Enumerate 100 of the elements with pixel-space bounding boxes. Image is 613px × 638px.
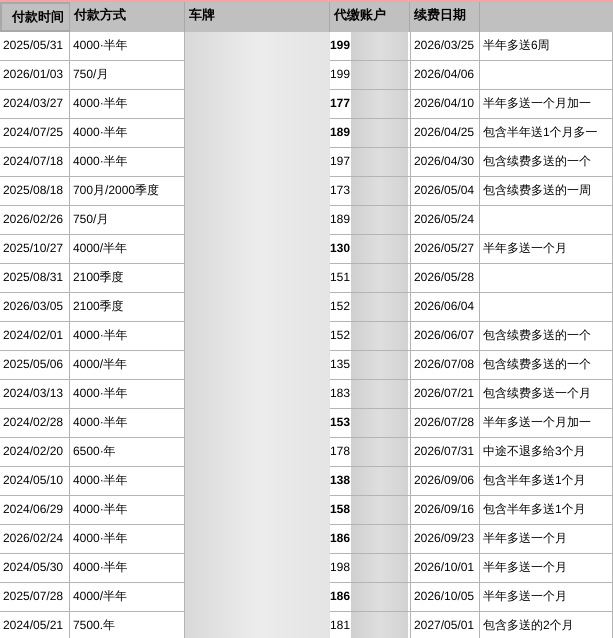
table-cell: 半年多送一个月加一 xyxy=(480,90,613,119)
table-cell: 2024/02/20 xyxy=(0,438,70,467)
table-cell-text: 199 xyxy=(330,37,351,54)
blurred-region xyxy=(351,583,408,611)
table-cell: 2026/04/30 xyxy=(410,148,480,177)
table-cell: 包含多送的2个月 xyxy=(480,612,613,638)
table-cell: 4000/半年 xyxy=(70,235,185,264)
table-cell: 半年多送一个月 xyxy=(480,235,613,264)
table-cell: 半年多送一个月 xyxy=(480,554,613,583)
table-cell: 4000·半年 xyxy=(70,554,185,583)
blurred-region xyxy=(351,351,408,379)
table-cell: 700月/2000季度 xyxy=(70,177,185,206)
table-cell: 2026/06/04 xyxy=(410,293,480,322)
blurred-region xyxy=(351,438,408,466)
table-cell: 2025/05/31 xyxy=(0,32,70,61)
table-cell: 2025/05/06 xyxy=(0,351,70,380)
blurred-region xyxy=(351,322,408,350)
table-cell: 2024/07/25 xyxy=(0,119,70,148)
table-cell: 750/月 xyxy=(70,206,185,235)
table-cell: 2100季度 xyxy=(70,293,185,322)
table-cell: 2026/02/26 xyxy=(0,206,70,235)
table-cell-text: 151 xyxy=(330,269,351,286)
table-cell: 2026/05/04 xyxy=(410,177,480,206)
table-cell-text: 198 xyxy=(330,559,351,576)
table-cell-text: 152 xyxy=(330,298,351,315)
table-cell-text: 135 xyxy=(330,356,351,373)
table-cell: 4000·半年 xyxy=(70,380,185,409)
table-cell-text: 186 xyxy=(330,588,351,605)
table-cell: 2024/05/21 xyxy=(0,612,70,638)
table-cell: 2027/05/01 xyxy=(410,612,480,638)
blurred-region xyxy=(351,148,408,176)
table-cell: 包含续费多送一个月 xyxy=(480,380,613,409)
blurred-region xyxy=(351,264,408,292)
blurred-region xyxy=(351,525,408,553)
blurred-region xyxy=(351,235,408,263)
table-cell: 半年多送一个月加一 xyxy=(480,409,613,438)
column-header[interactable]: 付款时间 xyxy=(0,2,70,32)
blurred-region xyxy=(351,119,408,147)
table-cell: 2100季度 xyxy=(70,264,185,293)
table-cell-text: 153 xyxy=(330,414,351,431)
table-cell: 4000·半年 xyxy=(70,119,185,148)
table-cell: 2026/04/06 xyxy=(410,61,480,90)
table-cell: 4000·半年 xyxy=(70,467,185,496)
table-cell: 中途不退多给3个月 xyxy=(480,438,613,467)
table-cell: 2026/10/01 xyxy=(410,554,480,583)
table-cell-text: 189 xyxy=(330,124,351,141)
table-cell: 750/月 xyxy=(70,61,185,90)
table-cell: 4000·半年 xyxy=(70,496,185,525)
table-cell: 2024/05/10 xyxy=(0,467,70,496)
table-cell-text: 181 xyxy=(330,617,351,634)
table-cell-text: 158 xyxy=(330,501,351,518)
blurred-region xyxy=(351,90,408,118)
table-cell: 2024/02/28 xyxy=(0,409,70,438)
table-cell: 4000·半年 xyxy=(70,525,185,554)
table-cell-text: 199 xyxy=(330,66,351,83)
blurred-region xyxy=(351,61,408,89)
blurred-region xyxy=(351,32,408,60)
table-cell: 包含续费多送的一个 xyxy=(480,351,613,380)
table-cell-text: 178 xyxy=(330,443,351,460)
table-cell: 2026/05/27 xyxy=(410,235,480,264)
column-header[interactable]: 续费日期 xyxy=(410,2,480,32)
table-cell-text: 152 xyxy=(330,327,351,344)
table-cell: 2026/09/23 xyxy=(410,525,480,554)
column-header[interactable]: 车牌 xyxy=(185,2,330,32)
table-cell: 4000·半年 xyxy=(70,409,185,438)
blurred-region xyxy=(351,409,408,437)
table-cell: 4000/半年 xyxy=(70,351,185,380)
table-cell: 包含半年送1个月多一 xyxy=(480,119,613,148)
table-cell-text: 183 xyxy=(330,385,351,402)
table-cell: 半年多送一个月 xyxy=(480,583,613,612)
column-header[interactable]: 代缴账户 xyxy=(330,2,410,32)
table-cell: 4000·半年 xyxy=(70,322,185,351)
table-cell: 2026/10/05 xyxy=(410,583,480,612)
blurred-region xyxy=(351,496,408,524)
table-cell-text: 186 xyxy=(330,530,351,547)
blurred-region xyxy=(351,467,408,495)
table-cell: 4000/半年 xyxy=(70,583,185,612)
table-cell-text: 177 xyxy=(330,95,351,112)
table-cell: 7500.年 xyxy=(70,612,185,638)
table-cell: 4000·半年 xyxy=(70,148,185,177)
table-cell: 包含半年多送1个月 xyxy=(480,496,613,525)
table-cell: 2024/05/30 xyxy=(0,554,70,583)
table-cell: 6500·年 xyxy=(70,438,185,467)
table-cell: 2025/07/28 xyxy=(0,583,70,612)
blurred-region xyxy=(351,293,408,321)
table-cell: 2026/02/24 xyxy=(0,525,70,554)
table-cell: 包含续费多送的一个 xyxy=(480,148,613,177)
table-cell-text: 197 xyxy=(330,153,351,170)
table-cell: 2024/03/13 xyxy=(0,380,70,409)
table-cell: 包含半年多送1个月 xyxy=(480,467,613,496)
table-cell: 2026/01/03 xyxy=(0,61,70,90)
table-cell: 2024/03/27 xyxy=(0,90,70,119)
table-cell: 2026/05/28 xyxy=(410,264,480,293)
column-header[interactable]: 付款方式 xyxy=(70,2,185,32)
table-cell: 半年多送6周 xyxy=(480,32,613,61)
table-cell: 2024/02/01 xyxy=(0,322,70,351)
blurred-region xyxy=(351,380,408,408)
table-cell-text: 173 xyxy=(330,182,351,199)
table-cell: 2024/06/29 xyxy=(0,496,70,525)
table-cell: 2026/07/28 xyxy=(410,409,480,438)
